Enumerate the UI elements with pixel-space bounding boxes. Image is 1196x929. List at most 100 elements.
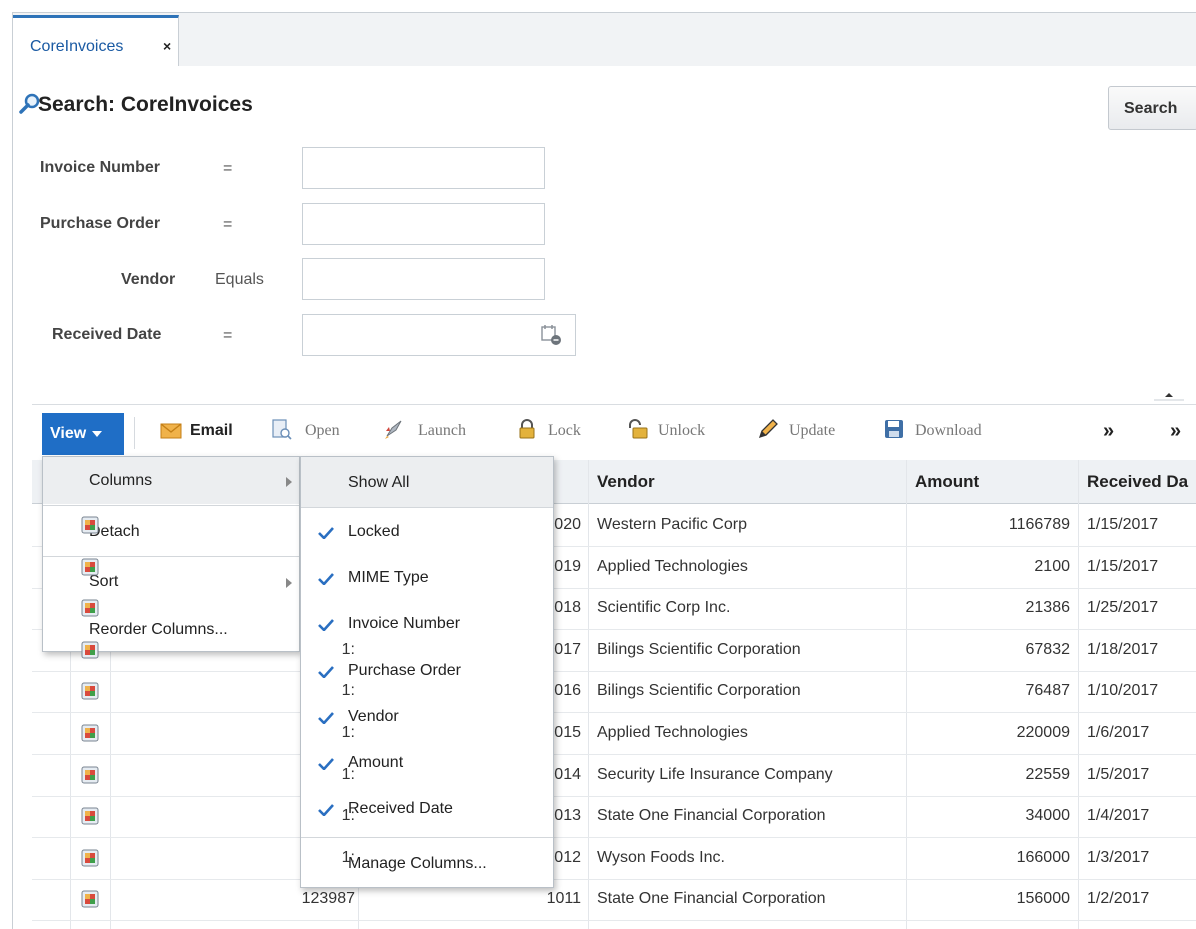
email-icon[interactable] [160, 420, 182, 442]
received-date-cell: 1/5/2017 [1087, 766, 1150, 783]
received-date-cell: 1/6/2017 [1087, 724, 1150, 741]
pencil-icon[interactable] [757, 418, 779, 440]
received-date-input[interactable] [302, 314, 576, 356]
launch-rocket-icon[interactable] [383, 418, 405, 440]
purchase-order-label: Purchase Order [40, 215, 161, 232]
vendor-cell: State One Financial Corporation [597, 807, 826, 824]
search-button[interactable]: Search [1108, 86, 1196, 130]
mime-type-icon [81, 890, 99, 908]
invoice-number-cell: 1: [341, 641, 355, 658]
menu-item-show-all[interactable]: Show All [348, 474, 409, 492]
amount-cell: 166000 [1016, 849, 1070, 866]
purchase-order-cell: 014 [554, 766, 581, 783]
open-document-icon[interactable] [270, 418, 292, 440]
amount-cell: 1166789 [1008, 516, 1070, 533]
invoice-number-cell: 1: [341, 849, 355, 866]
view-dropdown-menu: Columns Detach Sort Reorder Columns... [42, 456, 300, 652]
menu-divider [43, 556, 299, 557]
invoice-number-cell: 1: [341, 807, 355, 824]
purchase-order-cell: 017 [554, 641, 581, 658]
received-date-cell: 1/15/2017 [1087, 558, 1159, 575]
invoice-number-label: Invoice Number [40, 159, 161, 176]
vendor-cell: Bilings Scientific Corporation [597, 641, 801, 658]
menu-item-manage-columns[interactable]: Manage Columns... [348, 855, 487, 873]
launch-button[interactable]: Launch [418, 422, 466, 440]
vendor-cell: Security Life Insurance Company [597, 766, 833, 783]
checkmark-icon [318, 619, 334, 631]
page-title: Search: CoreInvoices [38, 93, 253, 116]
menu-item-column-toggle[interactable]: Locked [348, 523, 400, 541]
calendar-icon[interactable] [539, 323, 565, 347]
amount-cell: 76487 [1025, 682, 1071, 699]
tab-label[interactable]: CoreInvoices [30, 38, 123, 56]
vendor-cell: Applied Technologies [597, 558, 748, 575]
download-button[interactable]: Download [915, 422, 982, 440]
vendor-cell: Scientific Corp Inc. [597, 599, 731, 616]
open-button[interactable]: Open [305, 422, 340, 440]
amount-cell: 34000 [1025, 807, 1071, 824]
unlock-button[interactable]: Unlock [658, 422, 705, 440]
invoice-number-cell: 123987 [301, 890, 355, 907]
column-header-vendor[interactable]: Vendor [597, 460, 655, 504]
tab-coreinvoices[interactable]: CoreInvoices × [13, 15, 179, 67]
purchase-order-cell: 1011 [546, 890, 581, 907]
vendor-input[interactable] [302, 258, 545, 300]
purchase-order-input[interactable] [302, 203, 545, 245]
received-date-label: Received Date [52, 326, 162, 343]
invoice-number-cell: 1: [341, 682, 355, 699]
view-label[interactable]: View [50, 425, 86, 442]
amount-cell: 67832 [1025, 641, 1071, 658]
received-date-cell: 1/4/2017 [1087, 807, 1150, 824]
lock-button[interactable]: Lock [548, 422, 581, 440]
purchase-order-cell: 018 [554, 599, 581, 616]
column-header-received-date[interactable]: Received Da [1087, 460, 1196, 504]
received-date-cell: 1/2/2017 [1087, 890, 1150, 907]
mime-type-icon [81, 724, 99, 742]
vendor-operator: Equals [215, 271, 264, 288]
column-header-amount[interactable]: Amount [915, 460, 979, 504]
menu-item-column-toggle[interactable]: Vendor [348, 708, 399, 726]
amount-cell: 21386 [1025, 599, 1071, 616]
vendor-cell: Wyson Foods Inc. [597, 849, 725, 866]
received-date-cell: 1/10/2017 [1087, 682, 1159, 699]
purchase-order-cell: 019 [554, 558, 581, 575]
mime-type-icon [81, 516, 99, 534]
menu-item-column-toggle[interactable]: Invoice Number [348, 615, 460, 633]
checkmark-icon [318, 712, 334, 724]
save-disk-icon[interactable] [883, 418, 905, 440]
menu-item-column-toggle[interactable]: MIME Type [348, 569, 429, 587]
overflow-chevron-2[interactable]: » [1170, 420, 1181, 443]
menu-item-columns[interactable]: Columns [89, 472, 152, 490]
menu-item-column-toggle[interactable]: Received Date [348, 800, 453, 818]
tab-strip: CoreInvoices × [12, 12, 1196, 67]
collapse-pane-icon[interactable] [1152, 389, 1186, 401]
purchase-order-cell: 012 [554, 849, 581, 866]
menu-item-column-toggle[interactable]: Amount [348, 754, 403, 772]
lock-icon[interactable] [516, 418, 538, 440]
received-date-cell: 1/15/2017 [1087, 516, 1159, 533]
unlock-icon[interactable] [627, 418, 649, 440]
mime-type-icon [81, 599, 99, 617]
caret-down-icon[interactable] [92, 430, 103, 437]
view-menu-button[interactable]: View [42, 413, 124, 455]
amount-cell: 220009 [1016, 724, 1070, 741]
email-button[interactable]: Email [190, 422, 233, 440]
purchase-order-cell: 020 [554, 516, 581, 533]
invoice-number-input[interactable] [302, 147, 545, 189]
invoice-number-operator: = [223, 160, 233, 177]
mime-type-icon [81, 558, 99, 576]
purchase-order-operator: = [223, 216, 233, 233]
menu-item-column-toggle[interactable]: Purchase Order [348, 662, 461, 680]
received-date-operator: = [223, 327, 233, 344]
submenu-arrow-icon [286, 477, 292, 487]
received-date-cell: 1/3/2017 [1087, 849, 1150, 866]
purchase-order-cell: 016 [554, 682, 581, 699]
overflow-chevron-1[interactable]: » [1103, 420, 1114, 443]
update-button[interactable]: Update [789, 422, 835, 440]
amount-cell: 156000 [1016, 890, 1070, 907]
mime-type-icon [81, 682, 99, 700]
mime-type-icon [81, 766, 99, 784]
vendor-cell: Western Pacific Corp [597, 516, 747, 533]
menu-item-reorder-columns[interactable]: Reorder Columns... [89, 621, 228, 639]
tab-close-icon[interactable]: × [163, 38, 171, 54]
